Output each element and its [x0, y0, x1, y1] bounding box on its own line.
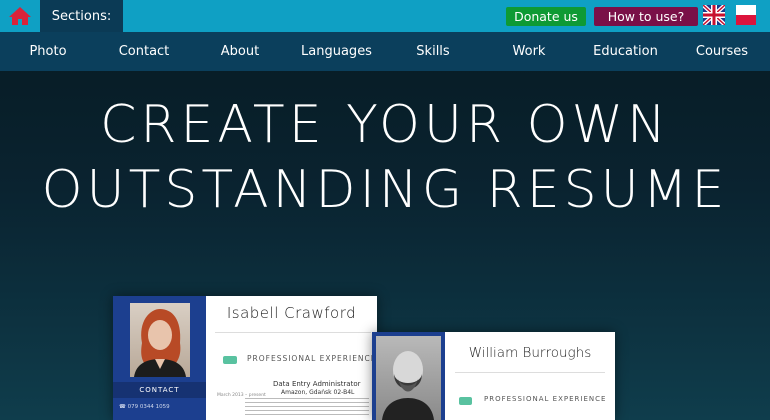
hero-title-line-2: OUTSTANDING RESUME	[41, 160, 729, 220]
nav-item-skills[interactable]: Skills	[385, 32, 481, 71]
resume-sidebar	[372, 332, 445, 420]
nav-item-work[interactable]: Work	[481, 32, 577, 71]
home-icon	[9, 7, 31, 25]
hero-title-line-1: CREATE YOUR OWN	[100, 95, 670, 155]
nav-item-languages[interactable]: Languages	[288, 32, 385, 71]
briefcase-icon	[459, 397, 472, 405]
job-description	[245, 398, 369, 416]
nav-item-courses[interactable]: Courses	[674, 32, 770, 71]
nav-item-education[interactable]: Education	[577, 32, 674, 71]
section-heading: PROFESSIONAL EXPERIENCE	[247, 354, 377, 363]
section-heading: PROFESSIONAL EXPERIENCE	[484, 395, 607, 403]
top-bar: Sections: Donate us How to use?	[0, 0, 770, 32]
phone-text: ☎ 079 0344 1059	[119, 404, 170, 410]
contact-heading: CONTACT	[113, 382, 206, 398]
section-nav: Photo Contact About Languages Skills Wor…	[0, 32, 770, 71]
company: Amazon, Gdańsk 02-B4L	[281, 389, 355, 396]
uk-flag-icon[interactable]	[703, 5, 725, 25]
nav-item-contact[interactable]: Contact	[96, 32, 192, 71]
sections-label: Sections:	[40, 0, 123, 32]
resume-name: Isabell Crawford	[226, 304, 357, 322]
nav-item-photo[interactable]: Photo	[0, 32, 96, 71]
profile-photo	[130, 303, 190, 377]
briefcase-icon	[223, 356, 237, 364]
resume-name: William Burroughs	[468, 345, 592, 361]
job-title: Data Entry Administrator	[273, 380, 361, 388]
resume-preview-2[interactable]: William Burroughs PROFESSIONAL EXPERIENC…	[372, 332, 615, 420]
donate-button[interactable]: Donate us	[506, 7, 586, 26]
nav-item-about[interactable]: About	[192, 32, 288, 71]
resume-sidebar: CONTACT ☎ 079 0344 1059	[113, 296, 206, 420]
home-button[interactable]	[0, 0, 40, 32]
divider	[215, 332, 371, 333]
profile-photo	[376, 336, 441, 420]
how-to-use-button[interactable]: How to use?	[594, 7, 698, 26]
resume-preview-1[interactable]: CONTACT ☎ 079 0344 1059 Isabell Crawford…	[113, 296, 377, 420]
pl-flag-icon[interactable]	[736, 5, 756, 25]
divider	[455, 372, 605, 373]
